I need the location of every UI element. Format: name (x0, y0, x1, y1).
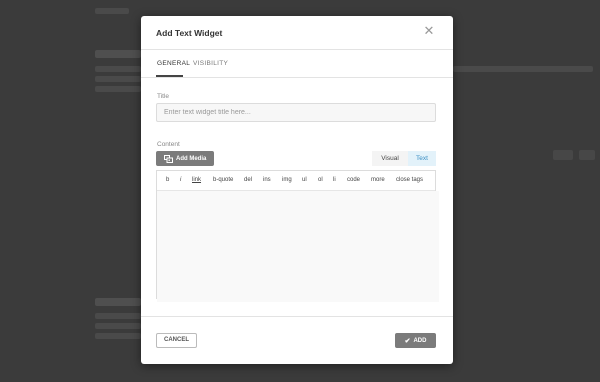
bg-text-line (95, 298, 141, 306)
quicktag-ol[interactable]: ol (318, 177, 323, 183)
bg-text-line (95, 333, 141, 339)
active-tab-indicator (156, 75, 183, 77)
modal-title: Add Text Widget (156, 28, 223, 38)
title-label: Title (157, 93, 170, 100)
tab-visibility[interactable]: VISIBILITY (193, 60, 228, 67)
bg-text-line (95, 50, 141, 58)
add-media-label: Add Media (176, 155, 207, 162)
quicktag-li[interactable]: li (333, 177, 336, 183)
bg-text-line (95, 66, 141, 72)
quicktag-img[interactable]: img (282, 177, 292, 183)
bg-chip (579, 150, 595, 160)
quicktag-close-tags[interactable]: close tags (396, 177, 423, 183)
bg-text-line (95, 8, 129, 14)
quicktags-toolbar: b i link b-quote del ins img ul ol li co… (157, 171, 435, 191)
modal-footer: CANCEL ✔ ADD (141, 316, 453, 365)
title-input[interactable] (156, 103, 436, 122)
add-media-button[interactable]: Add Media (156, 151, 214, 166)
bg-chip (553, 150, 573, 160)
content-label: Content (157, 141, 180, 148)
quicktag-more[interactable]: more (371, 177, 385, 183)
bg-text-line (95, 86, 141, 92)
quicktag-bold[interactable]: b (166, 177, 169, 183)
bg-text-line (95, 313, 141, 319)
quicktag-blockquote[interactable]: b-quote (213, 177, 233, 183)
media-icon (164, 154, 173, 163)
cancel-button[interactable]: CANCEL (156, 333, 197, 348)
quicktag-ins[interactable]: ins (263, 177, 271, 183)
quicktag-link[interactable]: link (192, 177, 201, 183)
bg-text-line (95, 76, 141, 82)
add-button-label: ADD (413, 337, 427, 344)
tab-general[interactable]: GENERAL (157, 60, 190, 67)
quicktag-ul[interactable]: ul (302, 177, 307, 183)
add-button[interactable]: ✔ ADD (395, 333, 436, 348)
editor-tab-visual[interactable]: Visual (372, 151, 408, 166)
editor-tab-text[interactable]: Text (408, 151, 436, 166)
close-icon[interactable]: ✕ (423, 24, 435, 37)
modal-tabs: GENERAL VISIBILITY (141, 50, 453, 78)
content-editor: b i link b-quote del ins img ul ol li co… (156, 170, 439, 302)
add-text-widget-modal: Add Text Widget ✕ GENERAL VISIBILITY Tit… (141, 16, 453, 364)
quicktag-del[interactable]: del (244, 177, 252, 183)
bg-text-line (453, 66, 593, 72)
quicktag-code[interactable]: code (347, 177, 360, 183)
bg-text-line (95, 323, 141, 329)
modal-header: Add Text Widget ✕ (141, 16, 453, 50)
content-textarea[interactable] (157, 191, 439, 302)
quicktag-italic[interactable]: i (180, 177, 181, 183)
check-icon: ✔ (404, 337, 411, 345)
